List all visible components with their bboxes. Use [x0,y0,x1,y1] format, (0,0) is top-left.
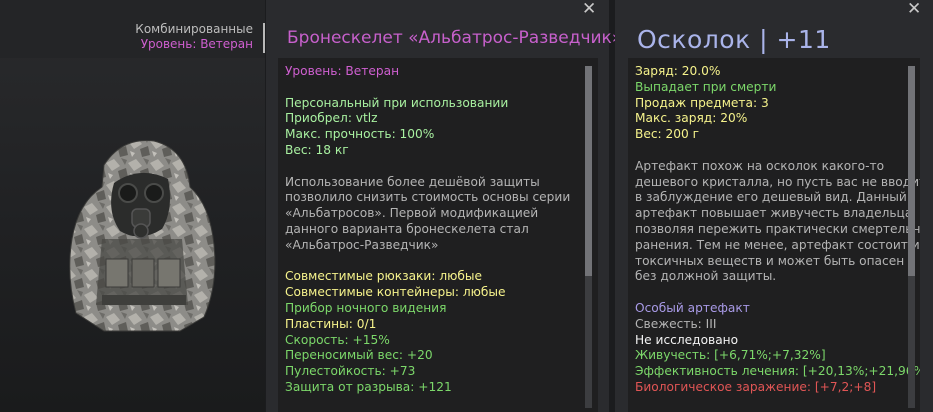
artifact-tooltip-panel: ✕ Осколок | +11 Заряд: 20.0% Выпадает при… [615,0,933,412]
scrollbar-thumb[interactable] [908,66,915,276]
close-icon[interactable]: ✕ [582,0,596,19]
armor-title: Бронескелет «Альбатрос-Разведчик» [287,28,623,48]
stat-line: ранения. Тем не менее, артефакт состоит … [635,237,920,252]
stat-line: Пулестойкость: +73 [285,364,416,379]
stat-line: Эффективность лечения: [+20,13%;+21,96%] [635,364,920,379]
stat-line: Использование более дешёвой защиты [285,174,540,189]
stat-line: Не исследовано [635,332,739,347]
stat-line: Выпадает при смерти [635,79,777,94]
stat-line: Вес: 200 г [635,127,700,142]
stat-line: Защита от разрыва: +121 [285,379,452,394]
close-icon[interactable]: ✕ [907,0,921,19]
artifact-title: Осколок | +11 [637,25,831,54]
stat-line: Уровень: Ветеран [285,64,400,78]
stat-line: Совместимые контейнеры: любые [285,285,506,300]
scrollbar-thumb[interactable] [585,66,592,276]
stat-line: Живучесть: [+6,71%;+7,32%] [635,348,826,363]
stat-line: Переносимый вес: +20 [285,348,433,363]
stat-line: Совместимые рюкзаки: любые [285,269,483,284]
stat-line: Макс. прочность: 100% [285,127,435,142]
item-type-label: Комбинированные [135,22,253,36]
stat-line: Биологическое заражение: [+7,2;+8] [635,379,877,394]
stat-line: Скорость: +15% [285,332,390,347]
stat-line: Вес: 18 кг [285,142,349,157]
stat-line: данного варианта бронескелета стал [285,221,529,236]
stat-line: Приобрел: vtlz [285,111,378,126]
armor-tooltip-panel: ✕ Бронескелет «Альбатрос-Разведчик» Уров… [266,0,622,412]
header-divider [263,23,265,53]
stat-line: позволило снизить стоимость основы серии [285,190,571,205]
artifact-description-box[interactable]: Заряд: 20.0% Выпадает при смерти Продаж пр… [628,58,920,412]
stat-line: без должной защиты. [635,269,777,284]
armor-suit-image [69,140,216,332]
stat-line: «Альбатросов». Первой модификацией [285,206,539,221]
armor-stats-list: Уровень: Ветеран Персональный при использ… [285,64,570,396]
item-level-label: Уровень: Ветеран [140,37,253,51]
artifact-stats-list: Заряд: 20.0% Выпадает при смерти Продаж пр… [635,64,920,396]
stat-line: дешевого кристалла, но пусть вас не ввод… [635,174,920,189]
stat-line: «Альбатрос-Разведчик» [285,237,439,252]
stat-line: Прибор ночного видения [285,300,447,315]
stat-line: в заблуждение его дешевый вид. Данный [635,190,907,205]
stat-line: Пластины: 0/1 [285,316,377,331]
stat-line: артефакт повышает живучесть владельца, [635,206,917,221]
item-preview-panel: Комбинированные Уровень: Ветеран [0,0,265,412]
stat-line: Персональный при использовании [285,95,509,110]
stat-line: Особый артефакт [635,300,750,315]
stat-line: Макс. заряд: 20% [635,111,748,126]
stat-line: Заряд: 20.0% [635,64,721,78]
stat-line: токсичных веществ и может быть опасен [635,253,905,268]
stat-line: Свежесть: III [635,316,717,331]
stat-line: позволяя пережить практически смертельны… [635,221,920,236]
armor-description-box[interactable]: Уровень: Ветеран Персональный при использ… [278,58,598,412]
stat-line: Артефакт похож на осколок какого-то [635,158,885,173]
stat-line: Продаж предмета: 3 [635,95,769,110]
